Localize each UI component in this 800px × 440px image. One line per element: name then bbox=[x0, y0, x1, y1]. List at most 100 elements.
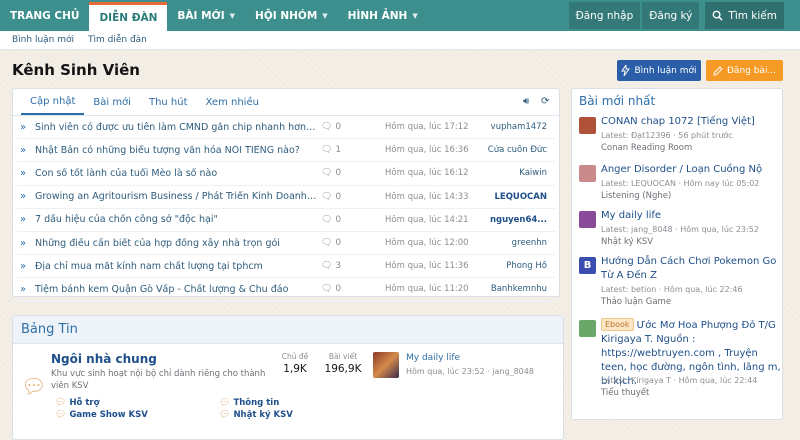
nav-tab-new-posts[interactable]: BÀI MỚI ▼ bbox=[167, 0, 245, 31]
latest-feed-panel: Cập nhật Bài mới Thu hút Xem nhiều 🔊︎ ⟳ … bbox=[12, 88, 560, 302]
avatar[interactable] bbox=[373, 352, 399, 378]
post-title[interactable]: My daily life bbox=[601, 209, 783, 223]
tab-updates[interactable]: Cập nhật bbox=[21, 89, 85, 115]
search-button[interactable]: Tìm kiếm bbox=[705, 2, 784, 29]
last-post-meta: Hôm qua, lúc 23:52 · jang_8048 bbox=[406, 367, 534, 376]
comment-icon: 🗨︎ bbox=[321, 214, 333, 225]
speaker-icon[interactable]: 🔊︎ bbox=[523, 96, 529, 107]
search-icon bbox=[713, 10, 724, 21]
table-row[interactable]: » Sinh viên có được ưu tiên làm CMND gắn … bbox=[17, 116, 555, 140]
threads-stat: Chủ đề 1,9K bbox=[281, 352, 309, 375]
avatar[interactable] bbox=[579, 211, 596, 228]
post-forum[interactable]: Nhật ký KSV bbox=[601, 236, 653, 248]
thread-title[interactable]: Tiệm bánh kem Quận Gò Vấp - Chất lượng &… bbox=[35, 284, 317, 295]
thread-title[interactable]: Con số tốt lành của tuổi Mèo là số nào bbox=[35, 168, 317, 179]
table-row[interactable]: » Con số tốt lành của tuổi Mèo là số nào 🗨… bbox=[17, 162, 555, 186]
post-forum[interactable]: Conan Reading Room bbox=[601, 142, 692, 154]
forum-description: Khu vực sinh hoạt nội bộ chỉ dành riêng … bbox=[51, 369, 266, 391]
table-row[interactable]: » Growing an Agritourism Business / Phát … bbox=[17, 186, 555, 209]
nav-tab-groups[interactable]: HỘI NHÓM ▼ bbox=[245, 0, 338, 31]
register-button[interactable]: Đăng ký bbox=[642, 2, 700, 29]
table-row[interactable]: » 7 dấu hiệu của chốn công sở "độc hại" 🗨︎… bbox=[17, 209, 555, 232]
comment-icon: 🗨︎ bbox=[321, 122, 333, 133]
new-comment-button[interactable]: Bình luận mới bbox=[617, 60, 701, 81]
table-row[interactable]: » Địa chỉ mua mắt kính nam chất lượng tại… bbox=[17, 255, 555, 279]
avatar[interactable] bbox=[579, 117, 596, 134]
post-title[interactable]: Hướng Dẫn Cách Chơi Pokemon Go Từ A Đến … bbox=[601, 255, 783, 283]
post-forum[interactable]: Tiểu thuyết bbox=[601, 387, 649, 399]
tab-trending[interactable]: Thu hút bbox=[140, 89, 197, 115]
reply-count: 🗨︎ 0 bbox=[321, 284, 342, 295]
tab-new-posts[interactable]: Bài mới bbox=[84, 89, 140, 115]
reply-count: 🗨︎ 0 bbox=[321, 122, 342, 133]
chat-icon: 💬︎ bbox=[219, 410, 231, 420]
pencil-icon bbox=[713, 65, 723, 76]
table-row[interactable]: » Những điều cần biết của hợp đồng xây nh… bbox=[17, 232, 555, 256]
double-chevron-right-icon: » bbox=[20, 191, 27, 203]
subnav-find-forums[interactable]: Tìm diễn đàn bbox=[88, 35, 147, 45]
comment-icon: 🗨︎ bbox=[321, 168, 333, 179]
post-forum[interactable]: Thảo luận Game bbox=[601, 296, 671, 308]
post-title[interactable]: Anger Disorder / Loạn Cuồng Nộ bbox=[601, 163, 783, 177]
double-chevron-right-icon: » bbox=[20, 167, 27, 179]
tab-most-viewed[interactable]: Xem nhiều bbox=[197, 89, 268, 115]
subforum-gameshow[interactable]: 💬︎ Game Show KSV bbox=[55, 410, 148, 420]
thread-title[interactable]: Growing an Agritourism Business / Phát T… bbox=[35, 191, 317, 202]
thread-user[interactable]: Phong Hồ bbox=[485, 261, 547, 271]
subforum-info[interactable]: 💬︎ Thông tin bbox=[219, 398, 279, 408]
subforum-diary[interactable]: 💬︎ Nhật ký KSV bbox=[219, 410, 293, 420]
post-meta: Latest: betion · Hôm qua, lúc 22:46 bbox=[601, 285, 743, 294]
reply-count: 🗨︎ 0 bbox=[321, 168, 342, 179]
last-post-title[interactable]: My daily life bbox=[406, 353, 460, 363]
avatar[interactable] bbox=[579, 320, 596, 337]
nav-tab-images[interactable]: HÌNH ẢNH ▼ bbox=[338, 0, 428, 31]
thread-title[interactable]: Nhật Bản có những biểu tượng văn hóa NỔI… bbox=[35, 145, 317, 156]
thread-title[interactable]: Sinh viên có được ưu tiên làm CMND gắn c… bbox=[35, 122, 317, 133]
chat-bubbles-icon: 💬︎ bbox=[21, 374, 47, 398]
chat-icon: 💬︎ bbox=[219, 398, 231, 408]
table-row[interactable]: » Nhật Bản có những biểu tượng văn hóa NỔ… bbox=[17, 139, 555, 163]
comment-icon: 🗨︎ bbox=[321, 191, 333, 202]
login-button[interactable]: Đăng nhập bbox=[568, 2, 641, 29]
sidebar-title: Bài mới nhất bbox=[579, 94, 656, 108]
avatar[interactable] bbox=[579, 165, 596, 182]
page-header: Kênh Sinh Viên Bình luận mới Đăng bài... bbox=[0, 60, 800, 82]
post-forum[interactable]: Listening (Nghe) bbox=[601, 190, 671, 202]
forum-title[interactable]: Ngôi nhà chung bbox=[51, 352, 157, 366]
thread-user[interactable]: vupham1472 bbox=[485, 122, 547, 132]
chevron-down-icon[interactable]: ▼ bbox=[412, 12, 417, 20]
thread-time: Hôm qua, lúc 11:20 bbox=[385, 284, 469, 295]
thread-user[interactable]: Banhkemnhu bbox=[485, 284, 547, 294]
posts-stat: Bài viết 196,9K bbox=[324, 352, 362, 375]
top-navigation: TRANG CHỦ DIỄN ĐÀN BÀI MỚI ▼ HỘI NHÓM ▼ HÌ… bbox=[0, 0, 800, 31]
thread-user[interactable]: nguyen64... bbox=[485, 215, 547, 225]
nav-tab-forums[interactable]: DIỄN ĐÀN bbox=[89, 2, 168, 31]
subforum-support[interactable]: 💬︎ Hỗ trợ bbox=[55, 398, 99, 408]
reply-count: 🗨︎ 0 bbox=[321, 238, 342, 249]
comment-icon: 🗨︎ bbox=[321, 284, 333, 295]
reply-count: 🗨︎ 3 bbox=[321, 261, 342, 272]
thread-user[interactable]: greenhn bbox=[485, 238, 547, 248]
double-chevron-right-icon: » bbox=[20, 260, 27, 272]
refresh-icon[interactable]: ⟳ bbox=[541, 96, 549, 107]
post-title[interactable]: CONAN chap 1072 [Tiếng Việt] bbox=[601, 115, 783, 129]
page-title: Kênh Sinh Viên bbox=[12, 61, 140, 79]
avatar[interactable]: B bbox=[579, 257, 596, 274]
thread-user[interactable]: LEQUOCAN bbox=[485, 192, 547, 202]
table-row[interactable]: » Tiệm bánh kem Quận Gò Vấp - Chất lượng … bbox=[17, 278, 555, 302]
thread-title[interactable]: Những điều cần biết của hợp đồng xây nhà… bbox=[35, 238, 317, 249]
nav-tab-home[interactable]: TRANG CHỦ bbox=[0, 0, 89, 31]
thread-title[interactable]: Địa chỉ mua mắt kính nam chất lượng tại … bbox=[35, 261, 317, 272]
thread-user[interactable]: Cửa cuốn Đức bbox=[485, 145, 547, 155]
thread-user[interactable]: Kaiwin bbox=[485, 168, 547, 178]
bolt-icon bbox=[621, 65, 631, 76]
ebook-badge[interactable]: Ebook bbox=[601, 318, 634, 331]
chat-icon: 💬︎ bbox=[55, 398, 67, 408]
thread-title[interactable]: 7 dấu hiệu của chốn công sở "độc hại" bbox=[35, 214, 317, 225]
subnav-new-comments[interactable]: Bình luận mới bbox=[12, 35, 74, 45]
chevron-down-icon[interactable]: ▼ bbox=[322, 12, 327, 20]
post-thread-button[interactable]: Đăng bài... bbox=[706, 60, 783, 81]
board-panel: Bảng Tin 💬︎ Ngôi nhà chung Khu vực sinh … bbox=[12, 315, 564, 440]
chevron-down-icon[interactable]: ▼ bbox=[230, 12, 235, 20]
post-meta: Latest: jang_8048 · Hôm qua, lúc 23:52 bbox=[601, 225, 759, 234]
